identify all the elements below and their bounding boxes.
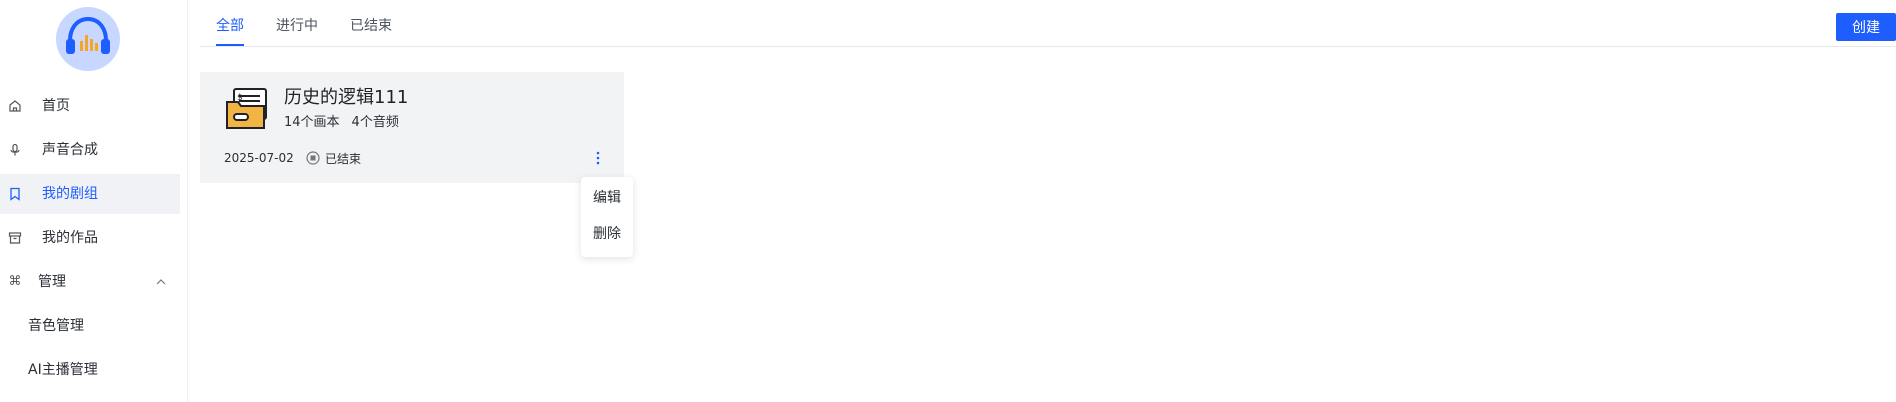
crew-card[interactable]: $ 历史的逻辑111 14个画本 4个音频 2025-07-02 已结束 <box>200 72 624 183</box>
headphones-logo-icon <box>66 16 110 54</box>
sidebar-item-home[interactable]: 首页 <box>0 86 180 126</box>
more-vertical-icon[interactable] <box>588 148 608 168</box>
status-badge: 已结束 <box>306 149 361 167</box>
sidebar-item-label: 声音合成 <box>42 142 98 158</box>
audio-count: 4个音频 <box>351 115 399 130</box>
command-icon: ⌘ <box>8 274 22 289</box>
sidebar-item-voice-synthesis[interactable]: 声音合成 <box>0 130 180 170</box>
picture-count: 14个画本 <box>284 115 340 130</box>
delete-menu-item[interactable]: 删除 <box>581 219 633 249</box>
app-logo[interactable] <box>56 7 120 71</box>
bookmark-icon <box>10 187 20 201</box>
sidebar-item-label: 首页 <box>42 98 70 114</box>
sidebar-item-label: 我的剧组 <box>42 186 98 202</box>
sidebar-subitem-voice-management[interactable]: 音色管理 <box>0 306 180 346</box>
crew-meta: 14个画本 4个音频 <box>284 114 411 132</box>
home-icon <box>9 100 21 112</box>
archive-icon <box>8 232 22 244</box>
sidebar-subitem-label: AI主播管理 <box>28 362 98 378</box>
create-button[interactable]: 创建 <box>1836 13 1896 41</box>
crew-date: 2025-07-02 <box>224 151 294 165</box>
tab-finished[interactable]: 已结束 <box>350 17 392 35</box>
card-actions-menu: 编辑 删除 <box>581 177 633 257</box>
microphone-icon <box>10 143 20 156</box>
chevron-up-icon[interactable] <box>154 275 168 289</box>
sidebar-item-my-works[interactable]: 我的作品 <box>0 218 180 258</box>
active-tab-indicator <box>216 44 244 46</box>
sidebar-group-manage[interactable]: ⌘ 管理 <box>0 262 180 302</box>
sidebar-item-my-crew[interactable]: 我的剧组 <box>0 174 180 214</box>
edit-menu-item[interactable]: 编辑 <box>581 183 633 213</box>
tab-all[interactable]: 全部 <box>216 17 244 35</box>
stop-circle-icon <box>306 151 320 165</box>
sidebar-item-label: 我的作品 <box>42 230 98 246</box>
sidebar: 首页 声音合成 我的剧组 我的作品 ⌘ 管理 音色管理 AI主播管理 <box>0 0 188 402</box>
status-label: 已结束 <box>325 151 362 166</box>
sidebar-subitem-ai-anchor-management[interactable]: AI主播管理 <box>0 350 180 390</box>
sidebar-subitem-label: 音色管理 <box>28 318 84 334</box>
tab-in-progress[interactable]: 进行中 <box>276 17 318 35</box>
script-folder-icon: $ <box>226 88 267 129</box>
tab-bar: 全部 进行中 已结束 <box>200 0 1896 47</box>
crew-title: 历史的逻辑111 <box>284 87 409 108</box>
sidebar-group-label: 管理 <box>38 274 66 290</box>
